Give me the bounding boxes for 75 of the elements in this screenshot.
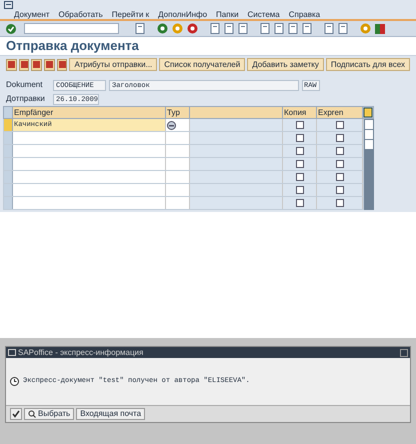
check-icon[interactable] (6, 24, 16, 34)
menu-item[interactable]: Система (248, 8, 280, 20)
field-label: Дотправки (6, 93, 46, 105)
table-cell[interactable] (166, 132, 190, 144)
checkbox[interactable] (336, 121, 344, 129)
table-cell[interactable] (317, 184, 363, 196)
table-cell[interactable] (317, 158, 363, 170)
table-cell[interactable] (166, 145, 190, 157)
toolbar-button[interactable]: Добавить заметку (247, 58, 324, 71)
clock-icon (10, 377, 19, 386)
checkbox[interactable] (336, 173, 344, 181)
table-cell[interactable] (283, 184, 317, 196)
table-cell[interactable] (317, 171, 363, 183)
column-header[interactable]: Expren (317, 107, 363, 118)
table-cell[interactable] (13, 171, 166, 183)
table-cell[interactable] (13, 197, 166, 209)
table-cell[interactable] (283, 158, 317, 170)
field-label: Dokument (6, 79, 44, 91)
table-cell[interactable] (317, 197, 363, 209)
table-cell[interactable] (13, 145, 166, 157)
checkbox[interactable] (296, 173, 304, 181)
screen-title: Отправка документа (6, 37, 139, 56)
table-cell[interactable] (317, 119, 363, 131)
checkbox[interactable] (296, 147, 304, 155)
table-cell[interactable] (166, 119, 190, 131)
checkbox[interactable] (336, 134, 344, 142)
dialog-button[interactable]: Входящая почта (76, 408, 146, 420)
column-header[interactable]: Empfänger (13, 107, 166, 118)
dialog-button[interactable]: Выбрать (24, 408, 74, 420)
menu-icon[interactable] (4, 1, 13, 9)
table-cell[interactable] (317, 145, 363, 157)
table-cell[interactable] (283, 145, 317, 157)
checkbox[interactable] (336, 147, 344, 155)
checkbox[interactable] (296, 121, 304, 129)
menu-item[interactable]: Документ (14, 8, 50, 20)
checkbox[interactable] (296, 186, 304, 194)
toolbar-button[interactable]: Атрибуты отправки... (69, 58, 158, 71)
checkbox[interactable] (336, 186, 344, 194)
menu-item[interactable]: Обработать (58, 8, 103, 20)
close-icon[interactable] (400, 348, 408, 356)
window-icon (8, 349, 16, 356)
check-icon (12, 410, 20, 418)
table-cell[interactable] (283, 171, 317, 183)
scrollbar[interactable] (364, 119, 374, 210)
menu-item[interactable]: ДополнИнфо (158, 8, 208, 20)
menu-item[interactable]: Перейти к (112, 8, 150, 20)
confirm-button[interactable] (10, 408, 22, 420)
dialog-title: SAPoffice - экспресс-информация (18, 346, 144, 358)
table-cell[interactable] (166, 158, 190, 170)
table-cell[interactable] (13, 158, 166, 170)
command-field[interactable] (24, 23, 119, 34)
table-cell[interactable] (13, 132, 166, 144)
table-cell[interactable] (13, 184, 166, 196)
search-icon (28, 410, 36, 418)
checkbox[interactable] (296, 160, 304, 168)
menu-item[interactable]: Справка (288, 8, 320, 20)
toolbar-button[interactable]: Список получателей (159, 58, 246, 71)
table-cell[interactable] (166, 184, 190, 196)
column-header[interactable]: Копия (283, 107, 317, 118)
checkbox[interactable] (296, 199, 304, 207)
checkbox[interactable] (336, 199, 344, 207)
table-cell[interactable] (283, 119, 317, 131)
toolbar-button[interactable]: Подписать для всех (326, 58, 410, 71)
recipient-type-icon[interactable] (167, 120, 176, 130)
layout-icon[interactable] (375, 24, 385, 34)
table-cell[interactable] (166, 197, 190, 209)
table-settings-icon[interactable] (363, 107, 373, 118)
table-cell[interactable] (317, 132, 363, 144)
checkbox[interactable] (296, 134, 304, 142)
table-cell[interactable] (283, 197, 317, 209)
column-header[interactable]: Typ (166, 107, 190, 118)
table-cell[interactable] (283, 132, 317, 144)
checkbox[interactable] (336, 160, 344, 168)
menu-item[interactable]: Папки (216, 8, 239, 20)
table-cell[interactable] (166, 171, 190, 183)
